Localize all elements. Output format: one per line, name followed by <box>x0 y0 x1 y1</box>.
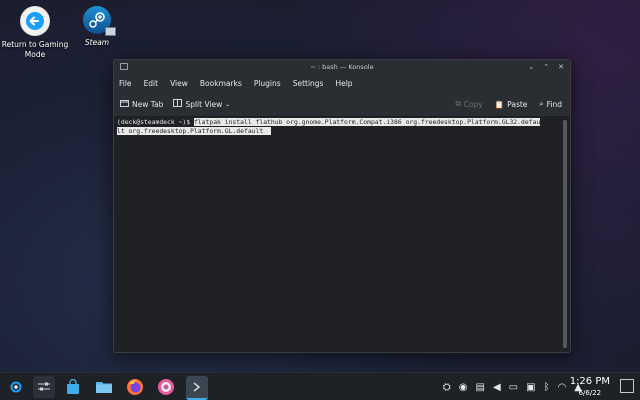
folder-icon <box>96 382 112 393</box>
steam-shortcut[interactable]: Steam <box>62 6 132 48</box>
application-launcher-button[interactable] <box>4 376 26 398</box>
terminal-line-2: lt org.freedesktop.Platform.GL.default <box>117 126 557 135</box>
wifi-icon[interactable]: ◠ <box>558 382 567 393</box>
bluetooth-icon[interactable]: ᛒ <box>544 382 550 393</box>
find-button[interactable]: ⌕ Find <box>539 99 562 109</box>
return-label: Return to Gaming Mode <box>1 40 69 59</box>
firefox-icon <box>127 379 143 395</box>
usb-icon[interactable]: ▣ <box>526 382 535 393</box>
taskbar-system-settings[interactable] <box>33 376 55 398</box>
shopping-bag-icon <box>67 379 79 394</box>
steam-tray-icon[interactable]: ◉ <box>459 382 468 393</box>
chevron-down-icon: ⌄ <box>225 100 231 108</box>
menu-plugins[interactable]: Plugins <box>254 79 281 88</box>
split-view-label: Split View <box>185 99 223 109</box>
title-bar[interactable]: ~ : bash — Konsole ⌄ ⌃ ✕ <box>114 60 570 74</box>
show-desktop-button[interactable] <box>620 379 634 393</box>
search-icon: ⌕ <box>539 99 544 108</box>
paste-icon: 📋 <box>494 99 505 109</box>
window-title: ~ : bash — Konsole <box>310 63 374 71</box>
volume-icon[interactable]: ◀ <box>493 382 501 393</box>
split-view-button[interactable]: Split View ⌄ <box>173 99 230 109</box>
return-to-gaming-mode-shortcut[interactable]: Return to Gaming Mode <box>0 6 70 60</box>
split-view-icon <box>173 99 183 109</box>
sliders-icon <box>38 382 50 391</box>
terminal-prompt: (deck@steamdeck ~)$ <box>117 118 194 126</box>
paste-button[interactable]: 📋 Paste <box>495 100 528 109</box>
close-button[interactable]: ✕ <box>558 60 564 74</box>
new-tab-icon <box>120 99 129 109</box>
steamdeck-logo-icon <box>10 381 22 393</box>
terminal-cursor <box>267 127 272 135</box>
notes-icon[interactable]: ▤ <box>476 382 485 393</box>
toolbar: New Tab Split View ⌄ ⧉ Copy 📋 Paste ⌕ Fi… <box>114 92 570 117</box>
terminal-scrollbar[interactable] <box>560 117 570 352</box>
menu-settings[interactable]: Settings <box>293 79 324 88</box>
shortcut-badge-icon <box>105 27 116 36</box>
new-tab-label: New Tab <box>132 99 164 109</box>
copy-label: Copy <box>463 99 483 109</box>
menu-bookmarks[interactable]: Bookmarks <box>200 79 242 88</box>
taskbar-firefox[interactable] <box>124 376 146 398</box>
steam-logo-icon <box>83 6 116 36</box>
maximize-button[interactable]: ⌃ <box>543 60 549 74</box>
paste-label: Paste <box>507 99 528 109</box>
copy-button[interactable]: ⧉ Copy <box>455 99 482 109</box>
clipboard-icon[interactable]: ⛭ <box>443 382 451 393</box>
taskbar-dolphin[interactable] <box>93 376 115 398</box>
menu-edit[interactable]: Edit <box>144 79 159 88</box>
taskbar-discover[interactable] <box>62 376 84 398</box>
new-tab-button[interactable]: New Tab <box>120 99 163 109</box>
clock-date: 6/6/22 <box>578 389 602 397</box>
copy-icon: ⧉ <box>455 99 461 108</box>
minimize-button[interactable]: ⌄ <box>528 60 534 74</box>
konsole-app-icon <box>120 63 128 70</box>
clock[interactable]: 1:26 PM 6/6/22 <box>570 376 610 398</box>
taskbar-spectacle[interactable] <box>155 376 177 398</box>
screenshot-tool-icon <box>158 379 174 395</box>
menu-help[interactable]: Help <box>335 79 352 88</box>
konsole-window: ~ : bash — Konsole ⌄ ⌃ ✕ File Edit View … <box>113 59 571 353</box>
system-tray: ⛭ ◉ ▤ ◀ ▭ ▣ ᛒ ◠ ▲ <box>443 373 582 400</box>
terminal-prompt-icon <box>193 382 201 392</box>
battery-icon[interactable]: ▭ <box>509 382 518 393</box>
terminal-area[interactable]: (deck@steamdeck ~)$ flatpak install flat… <box>114 117 560 352</box>
clock-time: 1:26 PM <box>569 376 610 387</box>
find-label: Find <box>546 99 562 109</box>
taskbar-konsole-active[interactable] <box>186 376 208 400</box>
menu-bar: File Edit View Bookmarks Plugins Setting… <box>114 74 570 92</box>
terminal-line-1: (deck@steamdeck ~)$ flatpak install flat… <box>117 118 557 127</box>
terminal-command-part-2: lt org.freedesktop.Platform.GL.default <box>117 126 268 135</box>
scrollbar-thumb[interactable] <box>563 120 567 348</box>
steam-label: Steam <box>84 38 110 47</box>
return-arrow-icon <box>20 6 50 36</box>
menu-file[interactable]: File <box>119 79 132 88</box>
terminal-command-part-1: flatpak install flathub org.gnome.Platfo… <box>193 118 541 126</box>
taskbar: ⛭ ◉ ▤ ◀ ▭ ▣ ᛒ ◠ ▲ 1:26 PM 6/6/22 <box>0 372 640 400</box>
menu-view[interactable]: View <box>170 79 188 88</box>
